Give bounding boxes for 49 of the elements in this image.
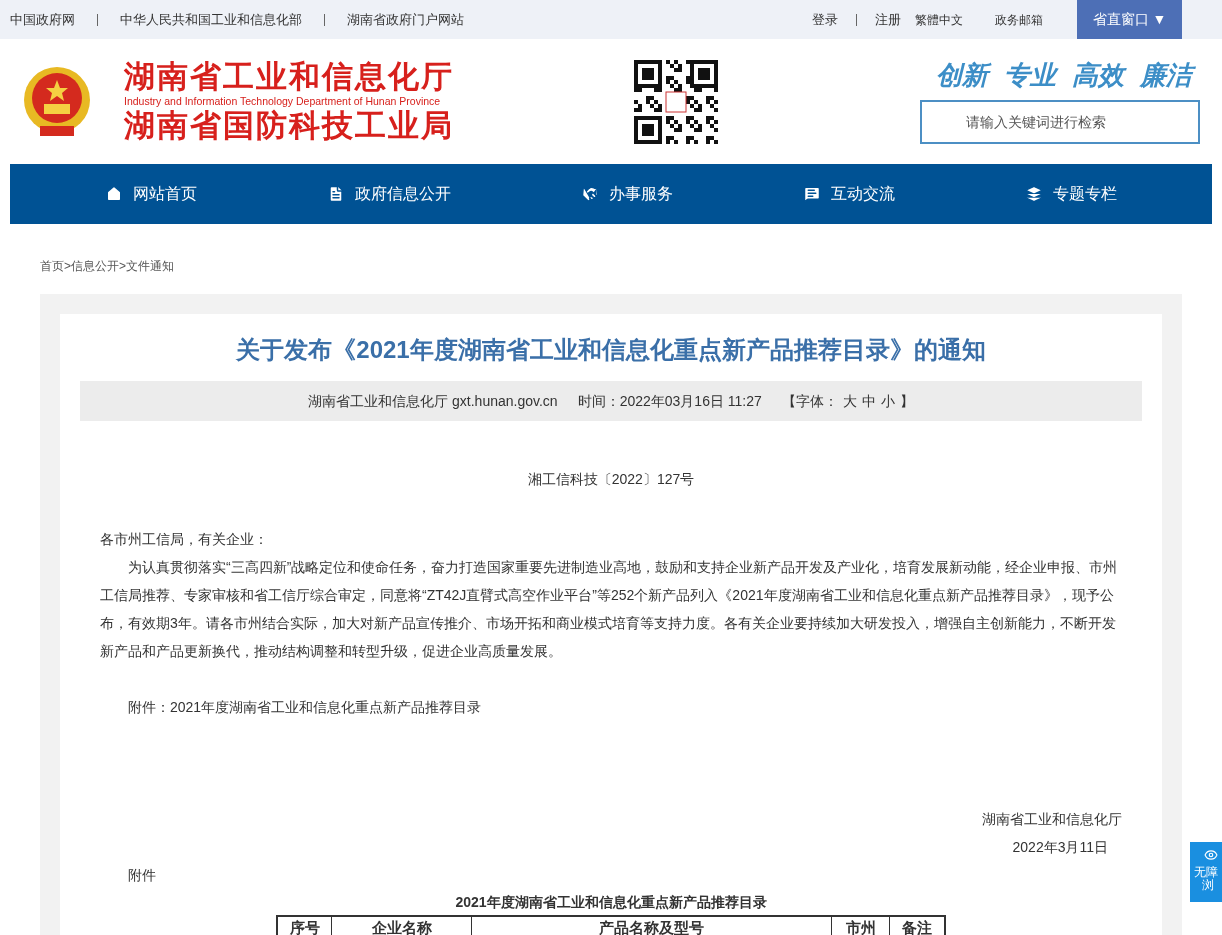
site-subtitle: Industry and Information Technology Department of Hunan Province xyxy=(124,95,442,108)
salutation: 各市州工信局，有关企业： xyxy=(100,530,269,549)
eye-icon xyxy=(1202,848,1220,862)
breadcrumb-link[interactable]: 文件通知 xyxy=(126,257,175,275)
top-link[interactable]: 湖南省政府门户网站 xyxy=(324,13,464,26)
font-size-link[interactable]: 大 xyxy=(842,390,857,412)
handshake-icon xyxy=(581,185,599,203)
document-icon xyxy=(327,185,345,203)
nav-item[interactable]: 网站首页 xyxy=(105,182,197,206)
article-source: 湖南省工业和信息化厅 gxt.hunan.gov.cn xyxy=(308,391,558,411)
top-link[interactable]: 中华人民共和国工业和信息化部 xyxy=(97,13,302,26)
signature: 湖南省工业和信息化厅 xyxy=(981,810,1122,829)
font-size-label-end: 】 xyxy=(899,391,914,411)
top-link[interactable]: 繁體中文 xyxy=(915,10,963,29)
top-link[interactable]: 注册 xyxy=(856,13,901,26)
table-header-cell: 企业名称 xyxy=(332,917,472,935)
top-link[interactable]: 中国政府网 xyxy=(10,13,75,26)
search-field[interactable]: 请输入关键词进行检索 xyxy=(920,99,1200,144)
nav-item[interactable]: 专题专栏 xyxy=(1025,182,1117,206)
signature-date: 2022年3月11日 xyxy=(1011,838,1109,857)
site-title: 湖南省国防科技工业局 xyxy=(124,108,454,144)
nav-item[interactable]: 政府信息公开 xyxy=(327,182,451,206)
font-size-link[interactable]: 中 xyxy=(861,390,876,412)
table-header-cell-text: 备注 xyxy=(901,918,933,935)
window-button[interactable]: 省直窗口 ▼ xyxy=(1077,0,1182,39)
table-header-cell: 产品名称及型号 xyxy=(472,917,832,935)
breadcrumb-separator: > xyxy=(119,258,127,275)
home-icon xyxy=(105,185,123,203)
breadcrumb-separator: > xyxy=(64,258,71,275)
layers-icon xyxy=(1025,185,1043,203)
breadcrumb-link[interactable]: 首页 xyxy=(40,257,64,275)
nav-item[interactable]: 办事服务 xyxy=(581,182,673,206)
chat-icon xyxy=(803,185,821,203)
appendix-label: 附件 xyxy=(127,866,157,885)
body-paragraph: 为认真贯彻落实“三高四新”战略定位和使命任务，奋力打造国家重要先进制造业高地，鼓励和支持企业新产品开发及产业化，培育发展新动能，经企业申报、市州工信局推荐、专家审核和省工信厅综合审定，同意将“ZT42J直臂式高空作业平台”等252个新产品列入《2021年度湖南省工业和信息化重点新产品推荐目录》，现予公布，有效期3年。请各市州结合实际，加大对新产品宣传推介、市场开拓和商业模式培育等支持力度。各有关企业要持续加大研发投入，增强自主创新能力，不断开发新产品和产品更新换代，推动结构调整和转型升级，促进企业高质量发展。 xyxy=(100,558,1119,661)
top-link[interactable]: 政务邮箱 xyxy=(995,10,1043,29)
font-size-label: 【字体： xyxy=(781,391,838,411)
breadcrumb-link[interactable]: 信息公开 xyxy=(71,257,119,275)
table-header-cell: 市州 xyxy=(832,917,890,935)
attachment-line: 附件：2021年度湖南省工业和信息化重点新产品推荐目录 xyxy=(127,698,483,717)
document-number: 湘工信科技〔2022〕127号 xyxy=(526,470,696,489)
nav-item[interactable]: 互动交流 xyxy=(803,182,895,206)
font-size-link[interactable]: 小 xyxy=(880,390,895,412)
publish-time: 时间：2022年03月16日 11:27 xyxy=(577,391,762,411)
site-title: 湖南省工业和信息化厅 xyxy=(124,59,454,95)
top-link[interactable]: 登录 xyxy=(812,13,838,26)
table-header-cell: 序号 xyxy=(278,917,332,935)
article-title: 关于发布《2021年度湖南省工业和信息化重点新产品推荐目录》的通知 xyxy=(235,335,987,365)
table-title: 2021年度湖南省工业和信息化重点新产品推荐目录 xyxy=(454,893,768,912)
